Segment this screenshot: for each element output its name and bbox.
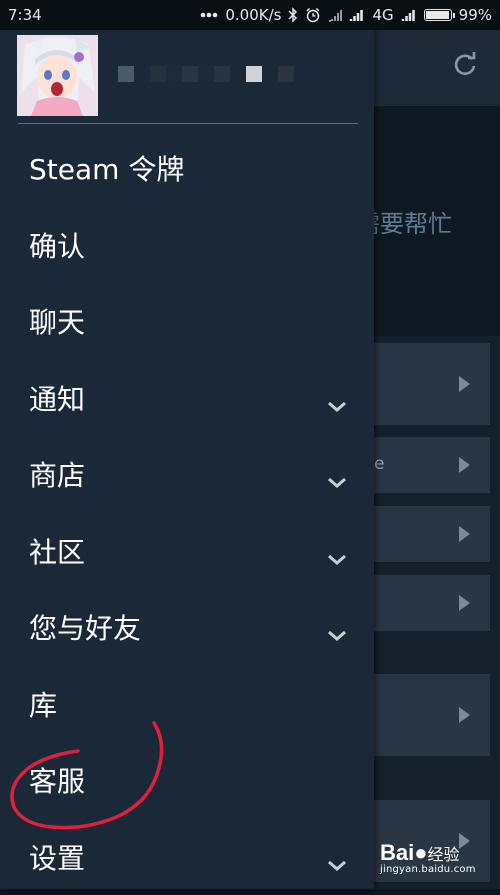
more-dots-icon — [200, 12, 218, 18]
menu-item-label: 您与好友 — [29, 607, 141, 647]
status-right: 0.00K/s 4G 99% — [200, 6, 492, 24]
menu-item-label: 确认 — [29, 225, 85, 265]
menu-item-steam-guard[interactable]: Steam 令牌 — [0, 130, 374, 207]
menu-item-store[interactable]: 商店 — [0, 436, 374, 513]
username-pixelated — [118, 66, 294, 82]
signal-icon-2 — [401, 8, 417, 22]
chevron-down-icon[interactable] — [326, 541, 348, 574]
menu-item-confirmations[interactable]: 确认 — [0, 207, 374, 284]
avatar[interactable] — [17, 35, 98, 116]
menu-item-notifications[interactable]: 通知 — [0, 360, 374, 437]
drawer-header — [0, 30, 374, 123]
status-time: 7:34 — [8, 6, 42, 24]
battery-icon — [424, 9, 452, 21]
chevron-down-icon[interactable] — [326, 847, 348, 880]
background-row[interactable] — [360, 575, 490, 631]
menu-item-label: Steam 令牌 — [29, 148, 184, 188]
menu-item-community[interactable]: 社区 — [0, 513, 374, 590]
menu-item-support[interactable]: 客服 — [0, 742, 374, 819]
background-row[interactable] — [360, 343, 490, 425]
menu-item-label: 商店 — [29, 454, 85, 494]
background-row[interactable] — [360, 674, 490, 756]
menu-item-label: 库 — [29, 684, 57, 724]
bluetooth-icon — [288, 7, 298, 23]
network-type: 4G — [372, 6, 393, 24]
navigation-drawer: Steam 令牌 确认 聊天 通知 商店 社区 您与好友 — [0, 30, 374, 889]
menu-item-label: 客服 — [29, 760, 85, 800]
chevron-down-icon[interactable] — [326, 617, 348, 650]
alarm-icon — [305, 7, 321, 23]
chevron-down-icon[interactable] — [326, 464, 348, 497]
menu-item-label: 通知 — [29, 378, 85, 418]
menu-item-you-and-friends[interactable]: 您与好友 — [0, 589, 374, 666]
play-arrow-icon — [459, 526, 470, 542]
play-arrow-icon — [459, 376, 470, 392]
watermark-logo-text: Bai — [380, 840, 414, 865]
paw-icon: ● — [414, 840, 427, 865]
no-signal-icon — [328, 8, 342, 22]
menu-item-label: 聊天 — [29, 301, 85, 341]
signal-icon — [349, 8, 365, 22]
drawer-divider — [18, 123, 358, 124]
refresh-icon[interactable] — [452, 52, 478, 82]
watermark-logo: Bai●经验 — [380, 840, 476, 866]
network-speed: 0.00K/s — [225, 6, 281, 24]
menu-item-chat[interactable]: 聊天 — [0, 283, 374, 360]
background-row-text: e — [374, 454, 384, 474]
battery-percent: 99% — [459, 6, 492, 24]
menu-item-label: 设置 — [29, 837, 85, 877]
menu-item-settings[interactable]: 设置 — [0, 819, 374, 895]
play-arrow-icon — [459, 707, 470, 723]
status-bar: 7:34 0.00K/s 4G 99% — [0, 0, 500, 30]
background-row[interactable] — [360, 506, 490, 562]
chevron-down-icon[interactable] — [326, 388, 348, 421]
play-arrow-icon — [459, 595, 470, 611]
play-arrow-icon — [459, 457, 470, 473]
menu-item-library[interactable]: 库 — [0, 666, 374, 743]
baidu-watermark: Bai●经验 jingyan.baidu.com — [380, 840, 476, 875]
menu-item-label: 社区 — [29, 531, 85, 571]
drawer-menu: Steam 令牌 确认 聊天 通知 商店 社区 您与好友 — [0, 130, 374, 895]
watermark-url: jingyan.baidu.com — [380, 864, 476, 875]
watermark-logo-suffix: 经验 — [428, 847, 460, 864]
